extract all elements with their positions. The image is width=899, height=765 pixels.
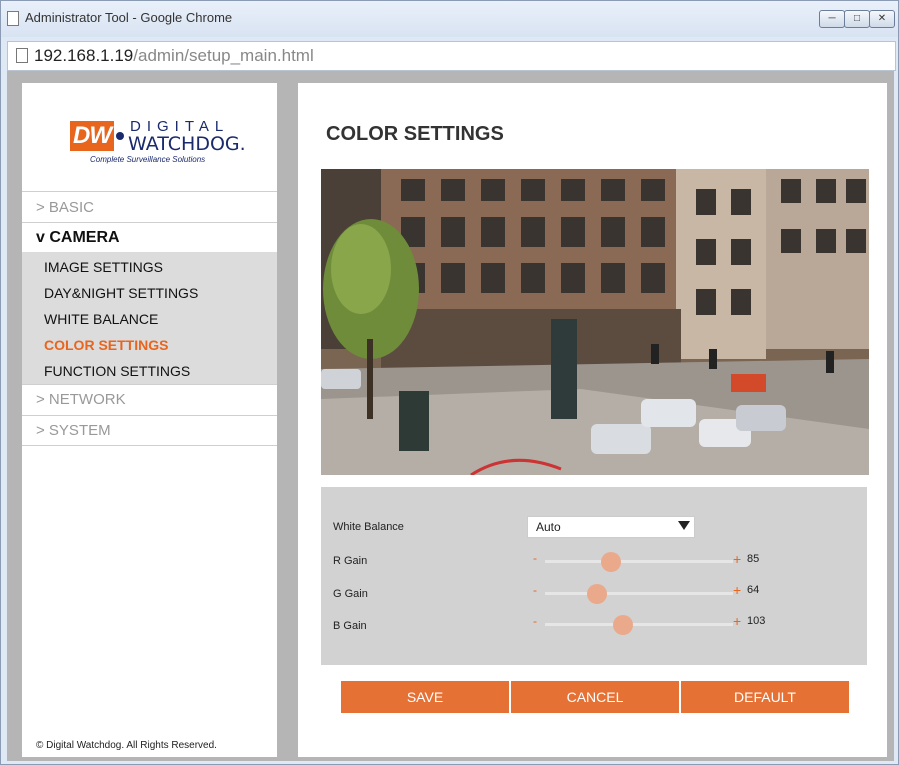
color-settings-panel: White Balance Auto R Gain - + 85 G Gain: [321, 487, 867, 665]
title-bar: Administrator Tool - Google Chrome ─ □ ✕: [1, 1, 898, 37]
g-gain-minus[interactable]: -: [533, 583, 537, 597]
r-gain-label: R Gain: [333, 555, 368, 567]
address-bar[interactable]: 192.168.1.19/admin/setup_main.html: [7, 41, 896, 71]
default-button[interactable]: DEFAULT: [681, 681, 849, 713]
nav-divider: [22, 445, 277, 446]
g-gain-slider[interactable]: -: [527, 583, 737, 604]
nav-divider: [22, 222, 277, 223]
nav-basic[interactable]: > BASIC: [36, 199, 94, 216]
b-gain-minus[interactable]: -: [533, 614, 537, 628]
main-panel: COLOR SETTINGS White Balance Auto R Gain…: [298, 83, 887, 757]
subnav-color-settings[interactable]: COLOR SETTINGS: [44, 337, 168, 353]
nav-camera[interactable]: v CAMERA: [36, 229, 120, 247]
slider-track[interactable]: [545, 623, 733, 626]
r-gain-plus[interactable]: +: [733, 551, 741, 567]
copyright: © Digital Watchdog. All Rights Reserved.: [36, 740, 217, 751]
address-host: 192.168.1.19: [34, 46, 134, 65]
slider-thumb[interactable]: [612, 615, 633, 635]
slider-thumb[interactable]: [601, 552, 621, 572]
page-title: COLOR SETTINGS: [326, 123, 504, 145]
b-gain-label: B Gain: [333, 620, 367, 632]
address-url[interactable]: 192.168.1.19/admin/setup_main.html: [34, 46, 314, 66]
b-gain-value: 103: [747, 615, 766, 627]
b-gain-slider[interactable]: -: [527, 614, 737, 635]
white-balance-label: White Balance: [333, 521, 404, 533]
subnav-function-settings[interactable]: FUNCTION SETTINGS: [44, 363, 190, 379]
subnav-day-night-settings[interactable]: DAY&NIGHT SETTINGS: [44, 285, 198, 301]
nav-system[interactable]: > SYSTEM: [36, 422, 111, 439]
camera-preview: [321, 169, 869, 475]
r-gain-minus[interactable]: -: [533, 551, 537, 565]
slider-thumb[interactable]: [587, 584, 608, 604]
cancel-button[interactable]: CANCEL: [511, 681, 679, 713]
logo-line2: WATCHDOG.: [128, 133, 246, 155]
subnav-image-settings[interactable]: IMAGE SETTINGS: [44, 259, 163, 275]
camera-submenu: IMAGE SETTINGS DAY&NIGHT SETTINGS WHITE …: [22, 252, 277, 385]
logo-tagline: Complete Surveillance Solutions: [90, 155, 206, 164]
g-gain-value: 64: [747, 584, 760, 596]
g-gain-label: G Gain: [333, 588, 368, 600]
save-button[interactable]: SAVE: [341, 681, 509, 713]
page-content: DW DIGITAL WATCHDOG. Complete Surveillan…: [7, 71, 894, 761]
g-gain-plus[interactable]: +: [733, 582, 741, 598]
browser-window: Administrator Tool - Google Chrome ─ □ ✕…: [0, 0, 899, 765]
b-gain-plus[interactable]: +: [733, 613, 741, 629]
nav-network[interactable]: > NETWORK: [36, 391, 126, 408]
r-gain-slider[interactable]: -: [527, 551, 737, 572]
r-gain-value: 85: [747, 553, 760, 565]
minimize-button[interactable]: ─: [819, 10, 845, 28]
logo-dot-icon: [116, 132, 124, 140]
chevron-down-icon: [678, 521, 690, 530]
logo-mark: DW: [70, 121, 114, 151]
logo: DW DIGITAL WATCHDOG. Complete Surveillan…: [70, 118, 270, 181]
sidebar: DW DIGITAL WATCHDOG. Complete Surveillan…: [22, 83, 277, 757]
window-title: Administrator Tool - Google Chrome: [25, 10, 233, 25]
nav-divider: [22, 384, 277, 385]
nav-divider: [22, 191, 277, 192]
close-button[interactable]: ✕: [869, 10, 895, 28]
address-path: /admin/setup_main.html: [133, 46, 314, 65]
page-icon: [7, 11, 19, 26]
white-balance-value: Auto: [536, 520, 561, 534]
subnav-white-balance[interactable]: WHITE BALANCE: [44, 311, 158, 327]
nav-divider: [22, 415, 277, 416]
slider-track[interactable]: [545, 592, 733, 595]
white-balance-select[interactable]: Auto: [527, 516, 695, 538]
camera-preview-image: [321, 169, 869, 475]
slider-track[interactable]: [545, 560, 733, 563]
page-icon: [16, 48, 28, 63]
maximize-button[interactable]: □: [844, 10, 870, 28]
